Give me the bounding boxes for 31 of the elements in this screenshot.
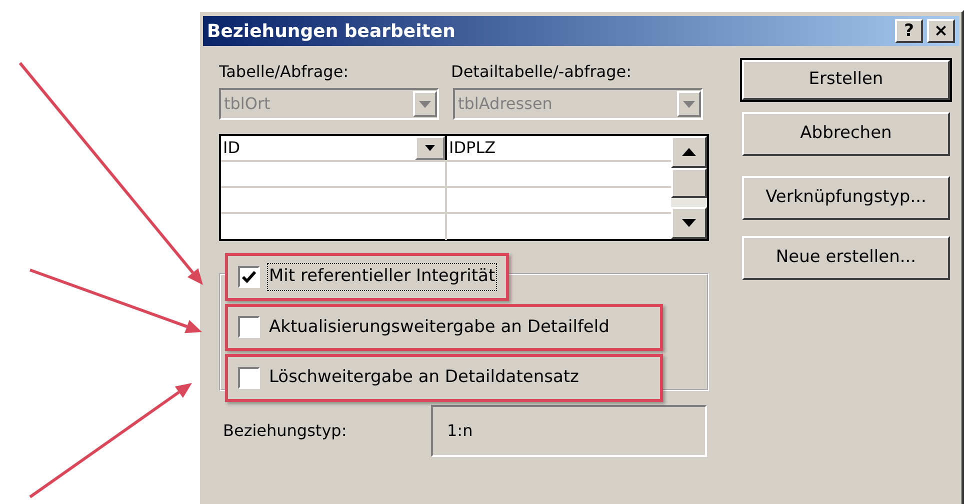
check-icon	[242, 270, 256, 283]
dialog-button[interactable]: Neue erstellen...	[742, 236, 950, 280]
scroll-thumb[interactable]	[671, 168, 707, 198]
dialog-button[interactable]: Abbrechen	[742, 112, 950, 156]
scroll-down-button[interactable]	[671, 207, 707, 239]
down-arrow-icon	[425, 145, 435, 151]
dialog-button[interactable]: Verknüpfungstyp...	[742, 176, 950, 220]
close-button[interactable]: ×	[927, 19, 955, 43]
checkbox[interactable]	[238, 366, 260, 389]
field-label: Detailtabelle/-abfrage:	[451, 61, 632, 83]
help-button[interactable]: ?	[895, 19, 923, 43]
down-arrow-icon	[682, 219, 696, 227]
combo-value: tblAdressen	[458, 93, 554, 115]
up-arrow-icon	[682, 148, 696, 156]
down-arrow-icon	[683, 100, 695, 108]
checkbox-label[interactable]: Aktualisierungsweitergabe an Detailfeld	[268, 314, 610, 340]
checkbox-label[interactable]: Löschweitergabe an Detaildatensatz	[268, 365, 580, 390]
down-arrow-icon	[419, 100, 431, 108]
grid-cell[interactable]: IDPLZ	[449, 136, 496, 160]
field-label: Tabelle/Abfrage:	[219, 61, 350, 83]
field-label: Beziehungstyp:	[222, 420, 348, 442]
combo-value: tblOrt	[224, 93, 272, 115]
grid-cell[interactable]: ID	[223, 136, 415, 160]
checkbox[interactable]	[238, 316, 260, 338]
scroll-up-button[interactable]	[671, 136, 707, 168]
dropdown-button[interactable]	[415, 136, 445, 160]
dialog-button[interactable]: Erstellen	[742, 60, 950, 100]
checkbox[interactable]	[238, 266, 260, 288]
relationship-type-field: 1:n	[431, 405, 707, 457]
checkbox-label[interactable]: Mit referentieller Integrität	[268, 264, 496, 290]
window-title: Beziehungen bearbeiten	[207, 20, 456, 44]
